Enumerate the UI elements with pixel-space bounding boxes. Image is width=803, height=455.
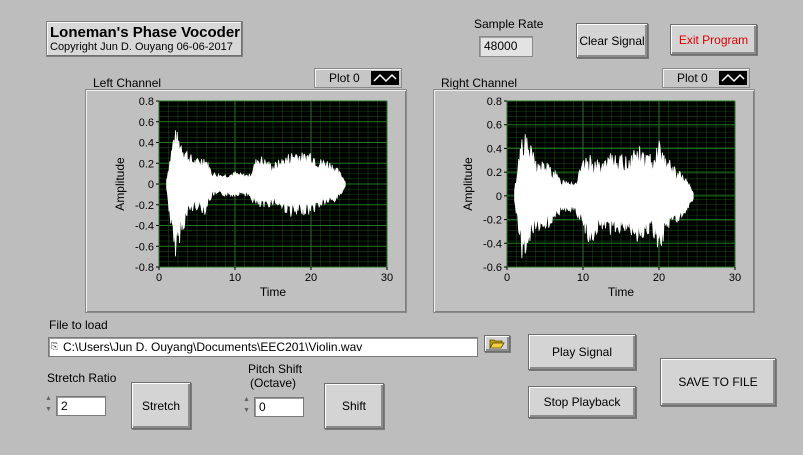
save-to-file-button[interactable]: SAVE TO FILE (660, 358, 776, 406)
y-tick-label: 0.6 (487, 120, 502, 132)
right-legend-label: Plot 0 (677, 71, 708, 85)
stretch-ratio-label: Stretch Ratio (47, 371, 117, 385)
title-box: Loneman's Phase Vocoder Copyright Jun D.… (46, 21, 243, 57)
pitch-shift-unit-label: (Octave) (250, 376, 297, 390)
y-tick-label: 0.8 (139, 96, 154, 108)
y-tick-label: -0.6 (135, 241, 154, 253)
left-channel-graph[interactable]: 0.80.60.40.20-0.2-0.4-0.6-0.80 10 20 30Time… (86, 90, 406, 312)
stop-playback-button[interactable]: Stop Playback (528, 386, 636, 418)
path-prefix-icon: ⎘ (51, 341, 59, 351)
app-title: Loneman's Phase Vocoder (50, 24, 241, 41)
increment-arrow-icon[interactable]: ▲ (243, 396, 250, 403)
y-tick-label: 0.2 (139, 158, 154, 170)
decrement-arrow-icon[interactable]: ▼ (243, 407, 250, 414)
copyright-text: Copyright Jun D. Ouyang 06-06-2017 (50, 41, 233, 53)
y-tick-label: -0.2 (483, 215, 502, 227)
pitch-shift-input[interactable]: 0 (254, 397, 304, 417)
exit-program-button[interactable]: Exit Program (670, 24, 757, 55)
x-axis-label: Time (260, 285, 287, 299)
file-path-input[interactable]: ⎘ C:\Users\Jun D. Ouyang\Documents\EEC20… (48, 337, 478, 357)
plot-style-icon (371, 71, 399, 85)
increment-arrow-icon[interactable]: ▲ (45, 395, 52, 402)
x-tick-label: 0 (156, 272, 162, 284)
x-tick-label: 20 (653, 272, 665, 284)
pitch-shift-label: Pitch Shift (248, 362, 303, 376)
y-tick-label: 0.2 (487, 167, 502, 179)
plot-style-icon (719, 71, 747, 85)
left-channel-label: Left Channel (93, 76, 162, 90)
y-tick-label: 0.8 (487, 96, 502, 108)
x-tick-label: 0 (504, 272, 510, 284)
file-path-text: C:\Users\Jun D. Ouyang\Documents\EEC201\… (63, 340, 363, 354)
x-tick-label: 30 (381, 272, 393, 284)
left-legend-label: Plot 0 (329, 71, 360, 85)
y-tick-label: -0.4 (483, 238, 502, 250)
y-axis-label: Amplitude (461, 157, 475, 211)
pitch-shift-stepper[interactable]: ▲ ▼ (242, 394, 252, 418)
y-tick-label: -0.8 (135, 262, 154, 274)
x-tick-label: 10 (577, 272, 589, 284)
y-tick-label: 0.4 (139, 138, 154, 150)
left-graph-frame: 0.8 0.6 0.4 0.2 0 -0.2 -0.4 -0.6 -0.8 0 10 20 30 Time… (85, 89, 407, 313)
play-signal-button[interactable]: Play Signal (528, 334, 636, 370)
y-tick-label: 0.6 (139, 117, 154, 129)
stretch-button[interactable]: Stretch (131, 382, 191, 429)
x-axis-label: Time (608, 285, 635, 299)
file-to-load-label: File to load (49, 318, 108, 332)
y-tick-label: 0 (148, 179, 154, 191)
y-tick-label: -0.6 (483, 262, 502, 274)
y-tick-label: 0 (496, 191, 502, 203)
right-plot-legend[interactable]: Plot 0 (662, 68, 750, 88)
right-channel-label: Right Channel (441, 76, 518, 90)
y-tick-label: -0.2 (135, 200, 154, 212)
stretch-ratio-stepper[interactable]: ▲ ▼ (44, 393, 54, 417)
browse-button[interactable] (484, 335, 510, 352)
left-plot-legend[interactable]: Plot 0 (314, 68, 402, 88)
clear-signal-button[interactable]: Clear Signal (576, 23, 648, 58)
right-channel-graph[interactable]: 0.80.60.40.20-0.2-0.4-0.60 10 20 30TimeAmpl… (434, 90, 754, 312)
sample-rate-indicator: 48000 (479, 36, 533, 57)
decrement-arrow-icon[interactable]: ▼ (45, 406, 52, 413)
x-tick-label: 10 (229, 272, 241, 284)
folder-open-icon (489, 339, 505, 349)
x-tick-label: 30 (729, 272, 741, 284)
y-tick-label: 0.4 (487, 143, 502, 155)
x-tick-label: 20 (305, 272, 317, 284)
sample-rate-label: Sample Rate (474, 17, 544, 31)
y-tick-label: -0.4 (135, 221, 154, 233)
shift-button[interactable]: Shift (324, 383, 384, 429)
right-graph-frame: 0.8 0.6 0.4 0.2 0 -0.2 -0.4 -0.6 0 10 20 30 Time Ampl… (433, 89, 755, 313)
y-axis-label: Amplitude (113, 157, 127, 211)
stretch-ratio-input[interactable]: 2 (56, 396, 106, 416)
